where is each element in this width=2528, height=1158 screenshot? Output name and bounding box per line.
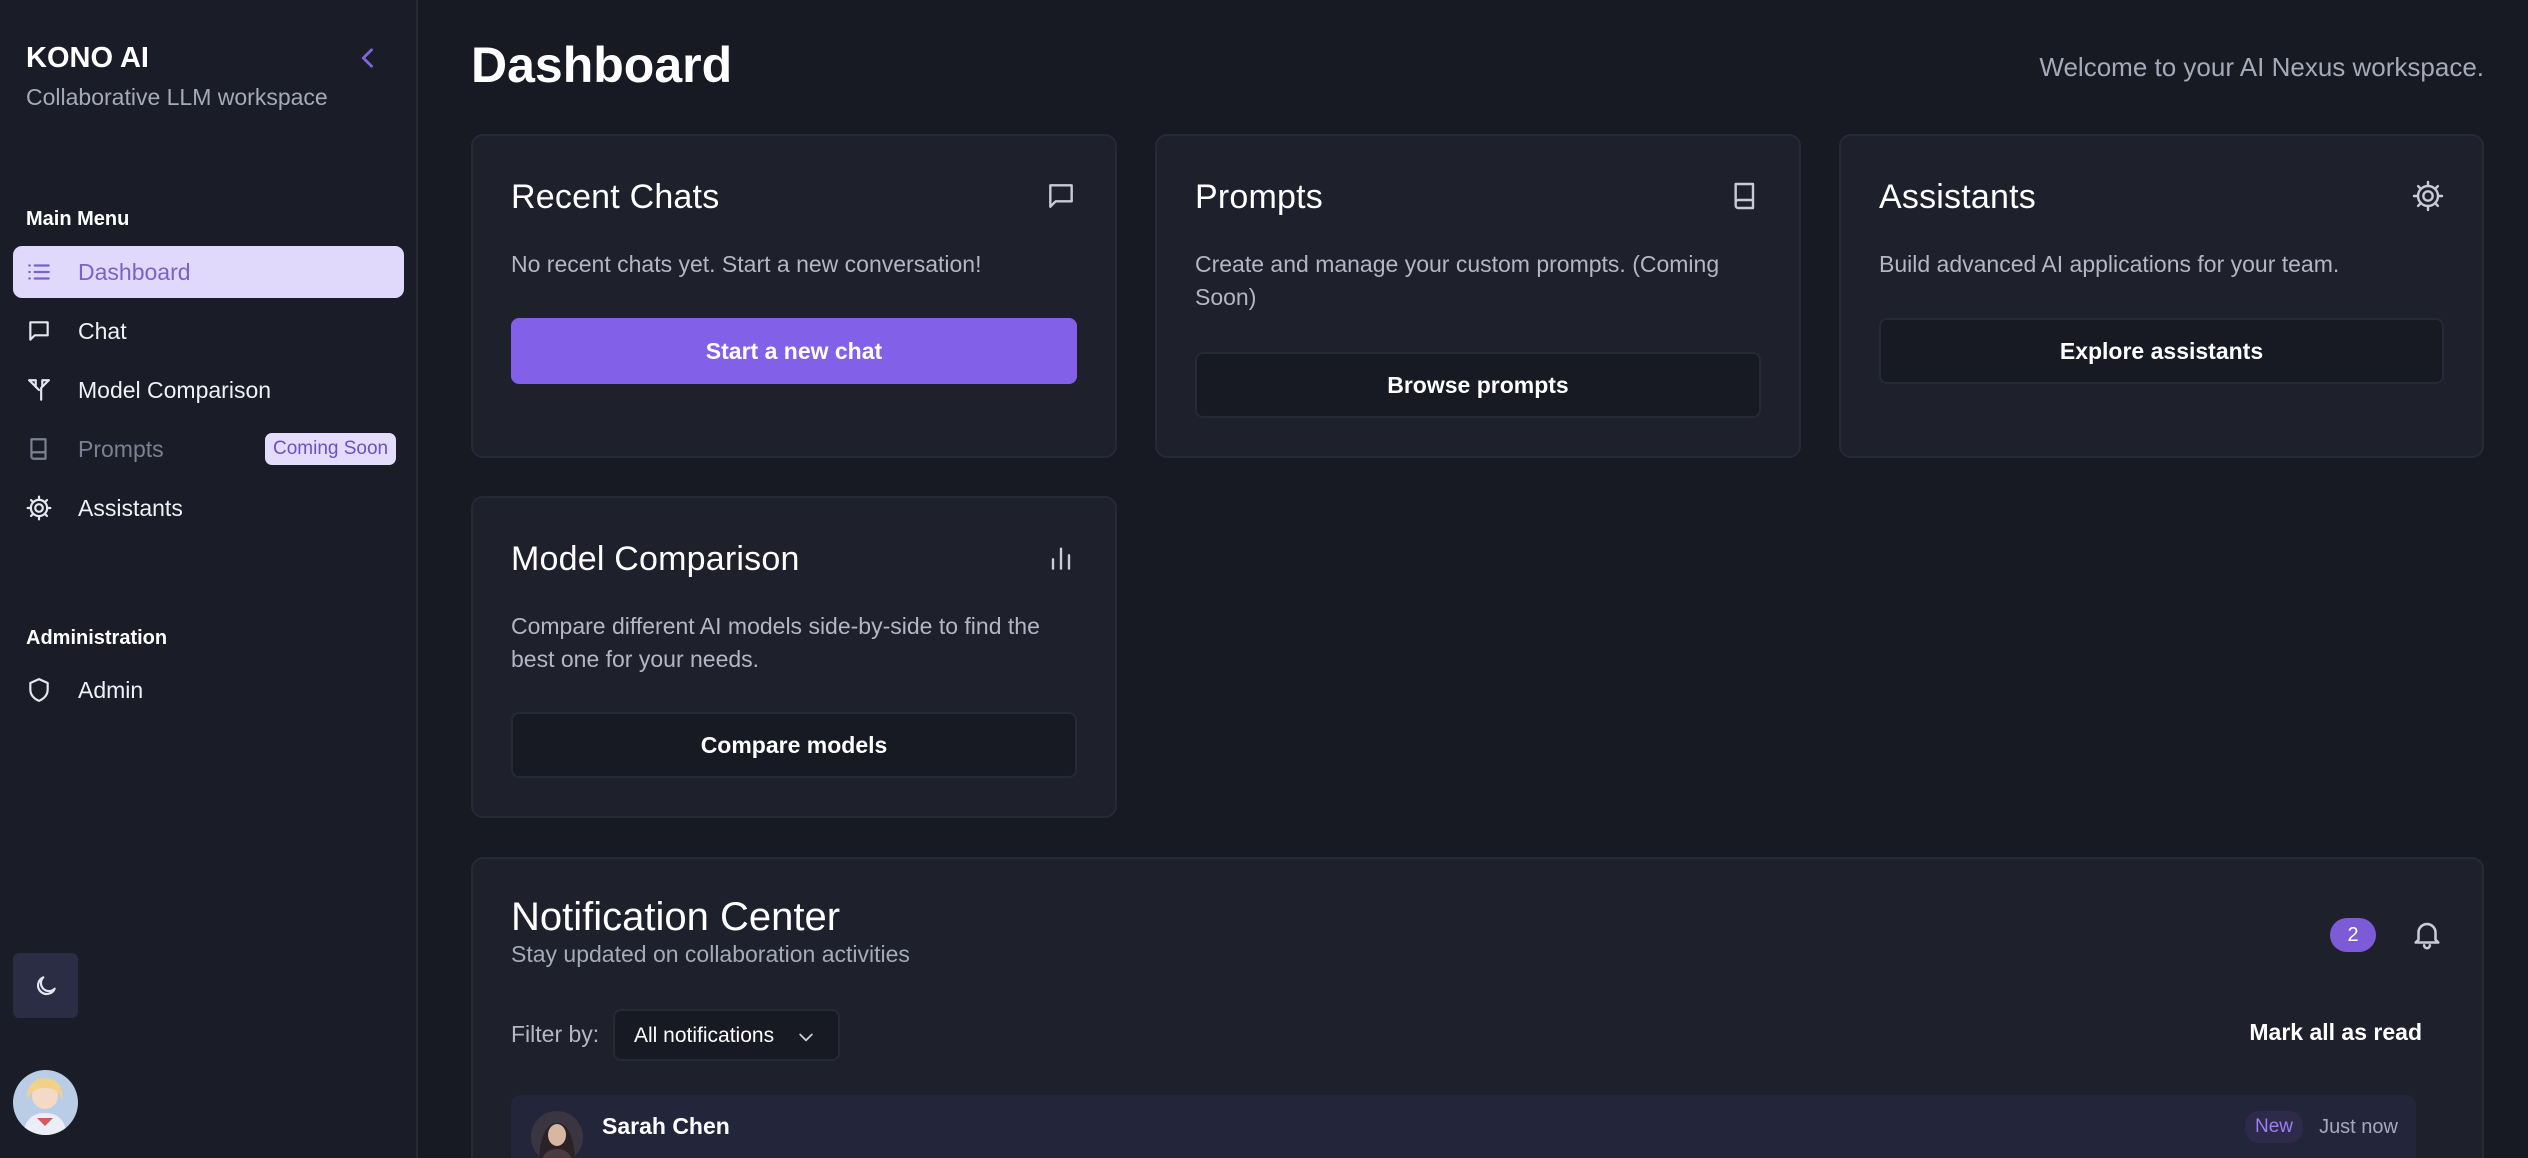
card-description: Create and manage your custom prompts. (… xyxy=(1195,251,1720,310)
notification-item[interactable]: Sarah Chen New Just now xyxy=(511,1095,2416,1158)
sidebar-item-assistants[interactable]: Assistants xyxy=(13,482,404,534)
explore-assistants-button[interactable]: Explore assistants xyxy=(1879,318,2444,384)
sidebar-item-admin[interactable]: Admin xyxy=(13,664,404,716)
brand-subtitle: Collaborative LLM workspace xyxy=(26,84,328,110)
main-menu-label: Main Menu xyxy=(26,208,130,230)
filter-select-value: All notifications xyxy=(634,1024,775,1047)
page-title: Dashboard xyxy=(471,37,733,93)
notification-center-title: Notification Center xyxy=(511,895,841,939)
notification-center-subtitle: Stay updated on collaboration activities xyxy=(511,941,910,967)
sidebar-item-label: Dashboard xyxy=(78,258,191,285)
chat-bubble-icon xyxy=(1049,184,1073,208)
avatar-image xyxy=(13,1070,78,1135)
card-description: Build advanced AI applications for your … xyxy=(1879,251,2340,277)
gear-icon xyxy=(2412,180,2444,212)
recent-chats-card: Recent Chats No recent chats yet. Start … xyxy=(471,134,1117,458)
card-title: Recent Chats xyxy=(511,178,720,216)
sidebar: KONO AI Collaborative LLM workspace Main… xyxy=(0,0,418,1158)
list-icon xyxy=(28,264,50,280)
sidebar-item-dashboard[interactable]: Dashboard xyxy=(13,246,404,298)
collapse-sidebar-button[interactable] xyxy=(354,44,382,72)
chevron-left-icon xyxy=(361,48,373,68)
card-title: Prompts xyxy=(1195,178,1323,216)
chat-bubble-icon xyxy=(29,321,49,341)
welcome-text: Welcome to your AI Nexus workspace. xyxy=(2039,52,2484,82)
model-comparison-card: Model Comparison Compare different AI mo… xyxy=(471,496,1117,818)
sidebar-item-prompts[interactable]: Prompts Coming Soon xyxy=(13,423,404,475)
card-title: Model Comparison xyxy=(511,540,800,578)
administration-label: Administration xyxy=(26,627,168,649)
split-arrows-icon xyxy=(28,379,50,401)
coming-soon-badge: Coming Soon xyxy=(265,433,397,465)
bar-chart-icon xyxy=(1051,547,1071,570)
sidebar-item-label: Model Comparison xyxy=(78,376,272,403)
card-title: Assistants xyxy=(1879,178,2036,216)
card-description: Compare different AI models side-by-side… xyxy=(511,613,1040,672)
sidebar-item-model-comparison[interactable]: Model Comparison xyxy=(13,364,404,416)
mark-all-read-button[interactable]: Mark all as read xyxy=(2249,1019,2422,1046)
assistants-card: Assistants Build advanced AI application… xyxy=(1839,134,2484,458)
gear-icon xyxy=(26,495,52,521)
chevron-down-icon xyxy=(799,1033,813,1042)
notification-time: Just now xyxy=(2319,1116,2398,1138)
sidebar-item-label: Assistants xyxy=(78,494,183,521)
start-new-chat-button[interactable]: Start a new chat xyxy=(511,318,1077,384)
browse-prompts-button[interactable]: Browse prompts xyxy=(1195,352,1761,418)
sidebar-item-label: Admin xyxy=(78,676,144,703)
prompts-card: Prompts Create and manage your custom pr… xyxy=(1155,134,1801,458)
book-icon xyxy=(30,438,47,460)
compare-models-button[interactable]: Compare models xyxy=(511,712,1077,778)
filter-label: Filter by: xyxy=(511,1021,600,1047)
sidebar-item-chat[interactable]: Chat xyxy=(13,305,404,357)
bell-icon[interactable] xyxy=(2410,917,2444,951)
notification-filter-select[interactable]: All notifications xyxy=(613,1009,840,1061)
new-badge: New xyxy=(2244,1111,2303,1143)
notification-avatar xyxy=(531,1111,583,1158)
moon-icon xyxy=(36,975,56,995)
sidebar-item-label: Chat xyxy=(78,317,127,344)
notification-count-badge: 2 xyxy=(2330,918,2376,952)
sidebar-item-label: Prompts xyxy=(78,435,164,462)
card-description: No recent chats yet. Start a new convers… xyxy=(511,251,982,277)
theme-toggle-button[interactable] xyxy=(13,953,78,1018)
shield-icon xyxy=(29,678,49,702)
book-icon xyxy=(1734,182,1755,210)
avatar-image xyxy=(531,1111,583,1158)
user-avatar[interactable] xyxy=(13,1070,78,1135)
notification-sender: Sarah Chen xyxy=(602,1113,730,1139)
notification-center: Notification Center Stay updated on coll… xyxy=(471,857,2484,1158)
brand-title: KONO AI xyxy=(26,42,149,74)
